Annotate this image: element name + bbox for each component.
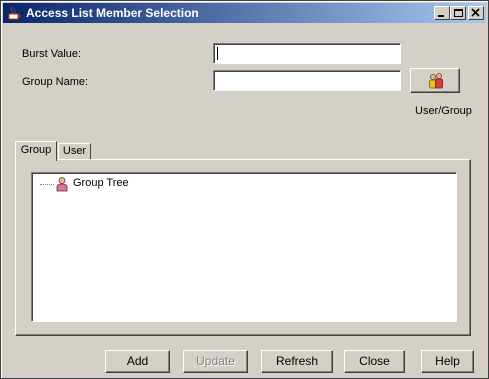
refresh-button[interactable]: Refresh xyxy=(261,350,333,373)
window-title: Access List Member Selection xyxy=(26,6,199,20)
tree-node-label: Group Tree xyxy=(73,177,129,189)
group-name-input[interactable] xyxy=(214,71,400,90)
group-name-label: Group Name: xyxy=(22,76,89,88)
java-app-icon xyxy=(6,5,22,21)
text-caret xyxy=(217,47,218,60)
burst-value-field[interactable] xyxy=(213,43,401,64)
user-group-picker-button[interactable] xyxy=(410,68,460,93)
user-group-label: User/Group xyxy=(415,105,472,117)
burst-value-input[interactable] xyxy=(214,44,400,63)
update-button[interactable]: Update xyxy=(183,350,248,373)
user-group-icon xyxy=(427,72,445,97)
group-tree-view[interactable]: Group Tree xyxy=(31,172,457,322)
help-button[interactable]: Help xyxy=(421,350,474,373)
tab-user[interactable]: User xyxy=(58,143,91,159)
close-window-button[interactable] xyxy=(468,6,484,20)
group-node-icon xyxy=(54,176,70,192)
tab-group[interactable]: Group xyxy=(15,141,57,161)
title-bar[interactable]: Access List Member Selection xyxy=(3,3,486,23)
minimize-button[interactable] xyxy=(434,6,450,20)
group-name-field[interactable] xyxy=(213,70,401,91)
maximize-button[interactable] xyxy=(450,6,466,20)
dialog-window: Access List Member Selection Burst Value… xyxy=(0,0,489,379)
burst-value-label: Burst Value: xyxy=(22,48,82,60)
add-button[interactable]: Add xyxy=(105,350,170,373)
close-button[interactable]: Close xyxy=(344,350,405,373)
tree-connector xyxy=(40,184,54,185)
